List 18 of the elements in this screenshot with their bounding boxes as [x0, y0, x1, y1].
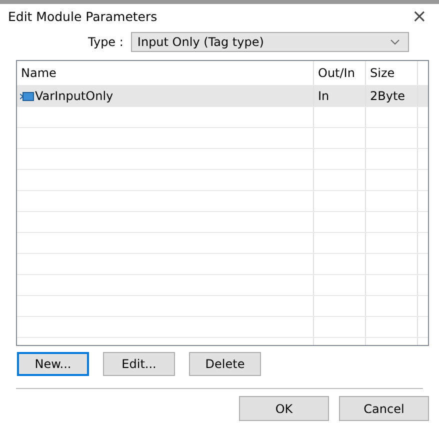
table-cell: VarInputOnly — [35, 89, 114, 103]
table-cell: In — [318, 89, 330, 103]
chevron-down-icon — [390, 39, 400, 45]
dialog-button[interactable]: OK — [239, 396, 329, 421]
variable-icon — [20, 92, 34, 100]
table-cell: 2Byte — [370, 89, 406, 103]
table-row[interactable]: VarInputOnly In 2Byte — [17, 86, 428, 107]
column-header[interactable]: Out/In — [314, 61, 366, 85]
list-action-button[interactable]: Edit... — [103, 352, 175, 376]
list-action-button[interactable]: New... — [17, 352, 89, 376]
window-title: Edit Module Parameters — [8, 8, 158, 24]
list-action-button[interactable]: Delete — [189, 352, 261, 376]
type-dropdown[interactable]: Input Only (Tag type) — [131, 32, 410, 52]
column-header[interactable]: Size — [366, 61, 418, 85]
close-button[interactable]: × — [410, 6, 429, 26]
column-header[interactable]: Name — [17, 61, 314, 85]
type-label: Type : — [88, 35, 124, 49]
dialog-button[interactable]: Cancel — [339, 396, 429, 421]
